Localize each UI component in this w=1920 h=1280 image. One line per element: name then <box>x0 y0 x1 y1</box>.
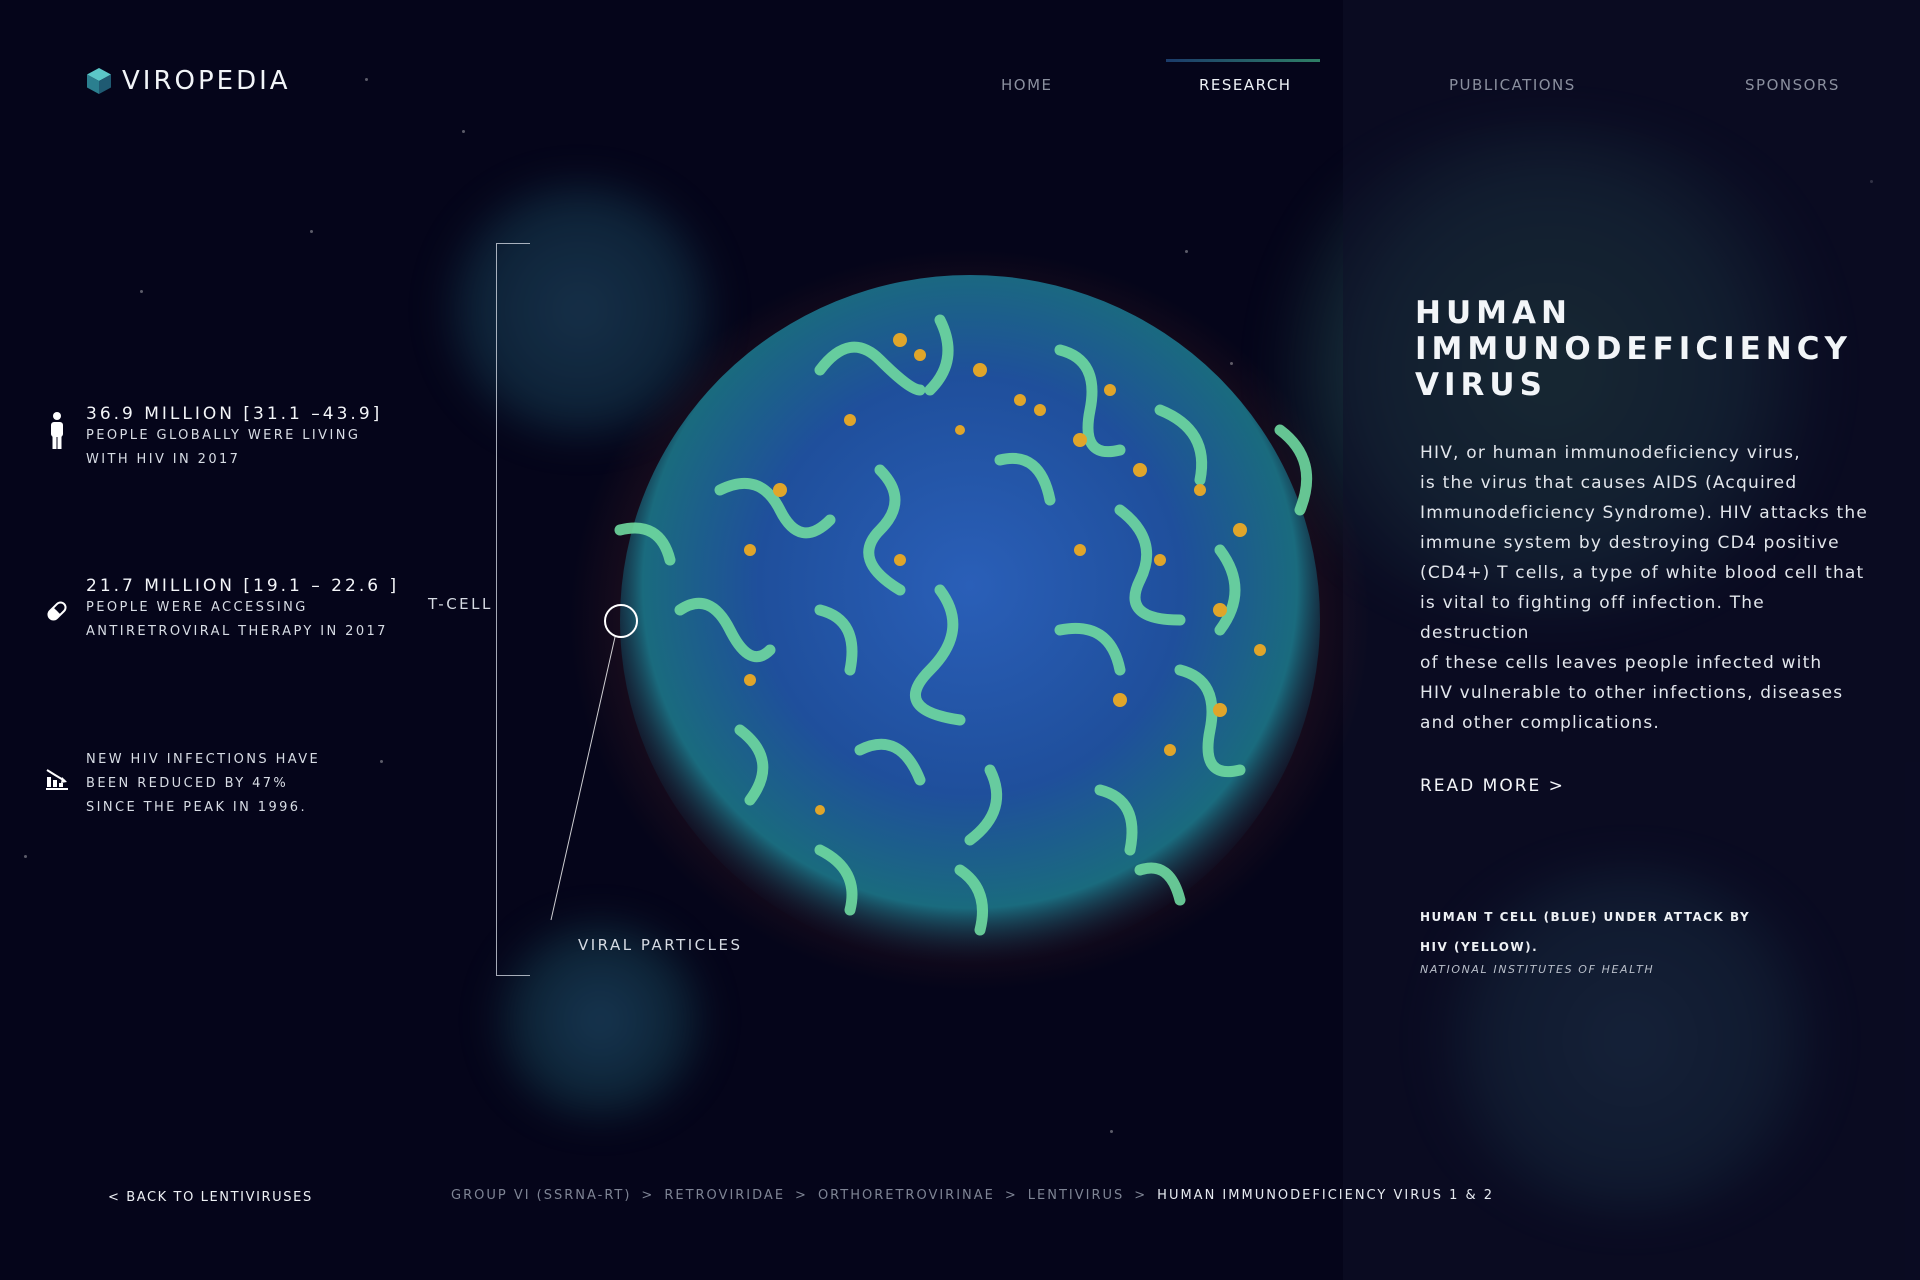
declining-chart-icon <box>44 766 70 792</box>
breadcrumb-item[interactable]: ORTHORETROVIRINAE <box>818 1188 995 1203</box>
breadcrumb-item[interactable]: RETROVIRIDAE <box>664 1188 785 1203</box>
caption-credit: NATIONAL INSTITUTES OF HEALTH <box>1420 963 1655 976</box>
breadcrumb-current: HUMAN IMMUNODEFICIENCY VIRUS 1 & 2 <box>1157 1188 1495 1203</box>
breadcrumb-item[interactable]: LENTIVIRUS <box>1028 1188 1124 1203</box>
description-line: HIV, or human immunodeficiency virus, <box>1420 443 1801 463</box>
breadcrumb-separator: > <box>795 1188 808 1203</box>
caption-line: HIV (YELLOW). <box>1420 940 1539 954</box>
t-cell-label: T-CELL <box>428 595 493 613</box>
description-line: Immunodeficiency Syndrome). HIV attacks … <box>1420 503 1868 523</box>
stat-text: SINCE THE PEAK IN 1996. <box>86 800 308 815</box>
title-line: HUMAN <box>1415 295 1572 331</box>
page-title: HUMAN IMMUNODEFICIENCY VIRUS <box>1415 295 1895 403</box>
description-line: is vital to fighting off infection. The <box>1420 593 1765 613</box>
description-line: of these cells leaves people infected wi… <box>1420 653 1823 673</box>
breadcrumb-separator: > <box>1134 1188 1148 1203</box>
description-line: destruction <box>1420 623 1530 643</box>
pill-icon <box>44 598 70 624</box>
nav-active-indicator <box>1166 59 1320 62</box>
stat-headline: 36.9 MILLION [31.1 –43.9] <box>86 404 383 424</box>
nav-publications[interactable]: PUBLICATIONS <box>1449 76 1576 94</box>
description-line: is the virus that causes AIDS (Acquired <box>1420 473 1798 493</box>
nav-research[interactable]: RESEARCH <box>1199 76 1292 94</box>
title-line: VIRUS <box>1415 367 1547 403</box>
t-cell-image <box>550 250 1370 990</box>
main-nav: HOME RESEARCH PUBLICATIONS SPONSORS <box>0 72 1920 102</box>
breadcrumb-item[interactable]: GROUP VI (SSRNA-RT) <box>451 1188 631 1203</box>
breadcrumb: GROUP VI (SSRNA-RT) > RETROVIRIDAE > ORT… <box>451 1188 1494 1203</box>
stat-art-access: 21.7 MILLION [19.1 – 22.6 ] PEOPLE WERE … <box>47 576 400 644</box>
t-cell-bracket <box>496 243 530 976</box>
article-description: HIV, or human immunodeficiency virus, is… <box>1420 438 1868 738</box>
read-more-link[interactable]: READ MORE > <box>1420 776 1565 796</box>
viral-particles-label: VIRAL PARTICLES <box>578 936 743 954</box>
nav-home[interactable]: HOME <box>1001 76 1053 94</box>
stat-text: ANTIRETROVIRAL THERAPY IN 2017 <box>86 624 388 639</box>
breadcrumb-separator: > <box>641 1188 655 1203</box>
stat-text: BEEN REDUCED BY 47% <box>86 776 289 791</box>
nav-sponsors[interactable]: SPONSORS <box>1745 76 1840 94</box>
stat-text: PEOPLE WERE ACCESSING <box>86 600 308 615</box>
stat-living-with-hiv: 36.9 MILLION [31.1 –43.9] PEOPLE GLOBALL… <box>51 404 383 472</box>
stat-text: NEW HIV INFECTIONS HAVE <box>86 752 321 767</box>
image-caption: HUMAN T CELL (BLUE) UNDER ATTACK BY HIV … <box>1420 902 1750 976</box>
back-to-lentiviruses-link[interactable]: < BACK TO LENTIVIRUSES <box>108 1190 313 1205</box>
description-line: HIV vulnerable to other infections, dise… <box>1420 683 1844 703</box>
stat-infections-reduced: NEW HIV INFECTIONS HAVE BEEN REDUCED BY … <box>46 748 321 820</box>
description-line: and other complications. <box>1420 713 1661 733</box>
person-icon <box>44 412 70 449</box>
breadcrumb-separator: > <box>1004 1188 1018 1203</box>
caption-line: HUMAN T CELL (BLUE) UNDER ATTACK BY <box>1420 910 1751 924</box>
description-line: immune system by destroying CD4 positive <box>1420 533 1840 553</box>
description-line: (CD4+) T cells, a type of white blood ce… <box>1420 563 1865 583</box>
stat-text: PEOPLE GLOBALLY WERE LIVING <box>86 428 361 443</box>
stat-text: WITH HIV IN 2017 <box>86 452 241 467</box>
stat-headline: 21.7 MILLION [19.1 – 22.6 ] <box>86 576 400 596</box>
title-line: IMMUNODEFICIENCY <box>1415 331 1852 367</box>
